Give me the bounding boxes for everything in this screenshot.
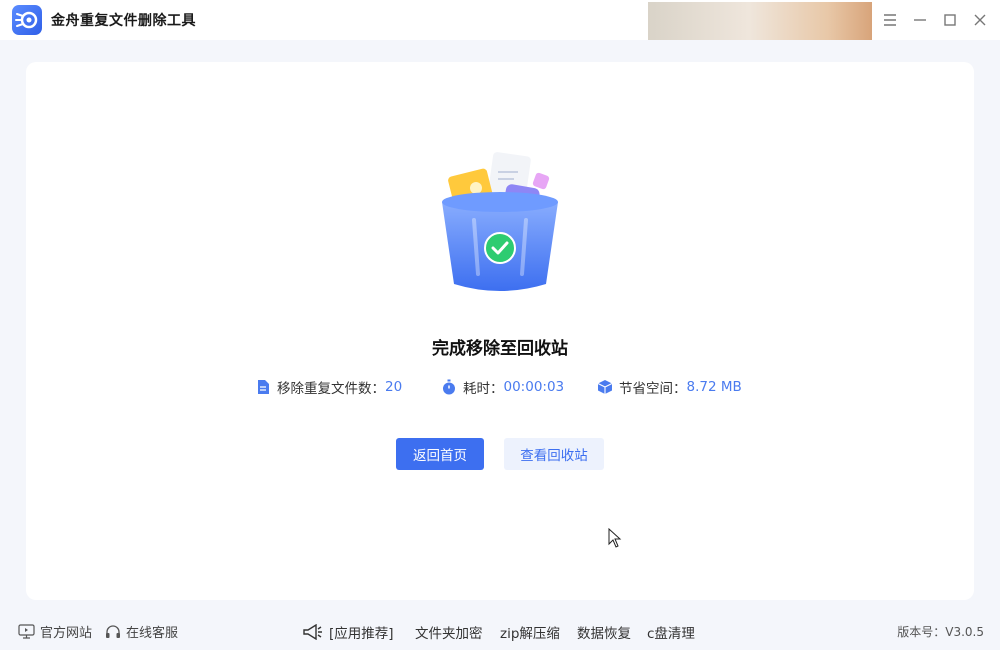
online-support-link[interactable]: 在线客服 <box>105 622 178 641</box>
stat-label: 耗时： <box>463 381 504 397</box>
result-stats: 移除重复文件数： 20 耗时： 00:00:03 节省空间： 8.72 MB <box>26 376 974 398</box>
view-recycle-bin-button[interactable]: 查看回收站 <box>504 438 604 470</box>
back-home-button[interactable]: 返回首页 <box>396 438 484 470</box>
stat-label: 移除重复文件数： <box>277 381 385 397</box>
support-label: 在线客服 <box>126 626 179 641</box>
stat-removed-count: 移除重复文件数： 20 <box>255 376 402 398</box>
version-label: 版本号：V3.0.5 <box>897 625 984 639</box>
main-card: 完成移除至回收站 移除重复文件数： 20 耗时： 00:00:03 节省空间： … <box>26 62 974 600</box>
minimize-icon[interactable] <box>908 8 932 32</box>
stat-value: 00:00:03 <box>503 379 565 395</box>
stat-value: 20 <box>385 379 403 395</box>
app-logo-icon <box>12 5 42 35</box>
stopwatch-icon <box>441 379 457 395</box>
menu-icon[interactable] <box>878 8 902 32</box>
megaphone-icon <box>303 624 322 640</box>
official-website-link[interactable]: 官方网站 <box>18 622 92 641</box>
app-title: 金舟重复文件删除工具 <box>51 13 196 29</box>
footer: 官方网站 在线客服 [应用推荐] 文件夹加密 zip解压缩 数据恢复 c盘清理 … <box>0 612 1000 650</box>
close-icon[interactable] <box>968 8 992 32</box>
stat-value: 8.72 MB <box>686 379 742 395</box>
cube-icon <box>597 379 613 395</box>
result-title: 完成移除至回收站 <box>432 339 568 359</box>
title-banner-ad[interactable] <box>648 2 872 40</box>
stat-label: 节省空间： <box>619 381 687 397</box>
c-drive-clean-link[interactable]: c盘清理 <box>647 622 695 642</box>
maximize-icon[interactable] <box>938 8 962 32</box>
headset-icon <box>106 624 120 638</box>
mouse-cursor-icon <box>608 527 622 548</box>
title-bar: 金舟重复文件删除工具 <box>0 0 1000 40</box>
stat-space-saved: 节省空间： 8.72 MB <box>597 376 742 398</box>
stat-elapsed-time: 耗时： 00:00:03 <box>441 376 564 398</box>
recommend-label: [应用推荐] <box>329 626 394 642</box>
monitor-icon <box>18 624 35 639</box>
data-recovery-link[interactable]: 数据恢复 <box>577 622 631 642</box>
folder-encrypt-link[interactable]: 文件夹加密 <box>415 622 483 642</box>
app-recommend[interactable]: [应用推荐] <box>302 622 394 642</box>
zip-extract-link[interactable]: zip解压缩 <box>500 622 560 642</box>
website-label: 官方网站 <box>40 626 93 641</box>
file-icon <box>255 379 271 395</box>
recycle-bin-illustration <box>438 150 562 296</box>
